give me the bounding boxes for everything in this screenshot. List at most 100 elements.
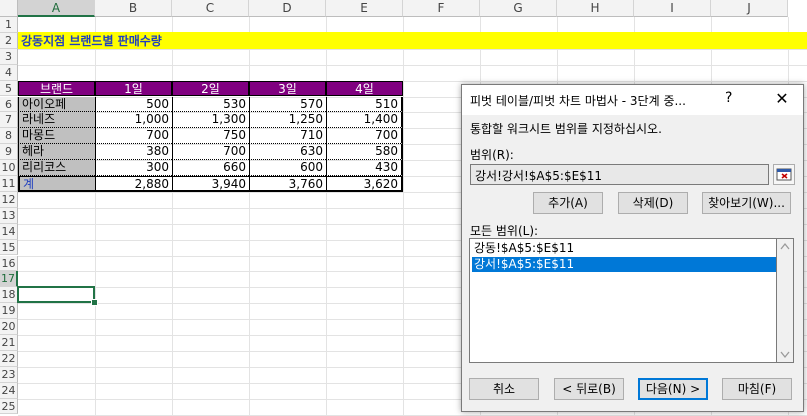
help-button[interactable]: ? xyxy=(725,90,732,106)
value-cell[interactable]: 510 xyxy=(326,96,403,113)
column-header[interactable]: G xyxy=(480,0,557,17)
column-header[interactable]: E xyxy=(326,0,403,17)
gridline xyxy=(18,64,807,66)
gridline xyxy=(326,17,327,415)
value-cell[interactable]: 300 xyxy=(95,160,172,176)
value-cell[interactable]: 710 xyxy=(249,128,326,145)
row-header[interactable]: 24 xyxy=(0,382,18,399)
value-cell[interactable]: 660 xyxy=(172,160,249,176)
row-header[interactable]: 8 xyxy=(0,128,18,145)
value-cell[interactable]: 430 xyxy=(326,160,403,176)
row-header[interactable]: 17 xyxy=(0,271,18,288)
row-header[interactable]: 11 xyxy=(0,176,18,192)
column-header[interactable]: H xyxy=(557,0,634,17)
next-button[interactable]: 다음(N) > xyxy=(638,378,708,400)
delete-button[interactable]: 삭제(D) xyxy=(618,192,688,214)
row-header[interactable]: 7 xyxy=(0,112,18,129)
value-cell[interactable]: 630 xyxy=(249,144,326,161)
row-header[interactable]: 4 xyxy=(0,64,18,81)
brand-name-cell[interactable]: 라네즈 xyxy=(18,112,95,129)
active-cell-selection[interactable] xyxy=(17,286,95,303)
row-header[interactable]: 25 xyxy=(0,398,18,415)
value-cell[interactable]: 570 xyxy=(249,96,326,113)
total-value-cell[interactable]: 3,940 xyxy=(172,176,249,192)
row-header[interactable]: 10 xyxy=(0,160,18,176)
row-header[interactable]: 3 xyxy=(0,48,18,65)
row-header[interactable]: 15 xyxy=(0,239,18,256)
row-header[interactable]: 14 xyxy=(0,223,18,240)
row-header[interactable]: 2 xyxy=(0,32,18,49)
browse-button[interactable]: 찾아보기(W)... xyxy=(702,192,791,214)
brand-name-cell[interactable]: 리리코스 xyxy=(18,160,95,176)
brand-name-cell[interactable]: 아이오페 xyxy=(18,96,95,113)
row-header[interactable]: 1 xyxy=(0,17,18,33)
column-header[interactable]: B xyxy=(95,0,172,17)
value-cell[interactable]: 1,000 xyxy=(95,112,172,129)
gridline xyxy=(95,17,96,415)
column-header[interactable]: J xyxy=(711,0,788,17)
finish-button[interactable]: 마침(F) xyxy=(722,378,792,400)
value-cell[interactable]: 700 xyxy=(172,144,249,161)
dialog-title: 피벗 테이블/피벗 차트 마법사 - 3단계 중... xyxy=(470,94,686,108)
row-header[interactable]: 22 xyxy=(0,350,18,367)
row-header[interactable]: 6 xyxy=(0,96,18,113)
total-value-cell[interactable]: 3,760 xyxy=(249,176,326,192)
instruction-text: 통합할 워크시트 범위를 지정하십시오. xyxy=(470,122,662,136)
back-button[interactable]: < 뒤로(B) xyxy=(554,378,624,400)
range-label: 범위(R): xyxy=(470,148,514,162)
row-header[interactable]: 20 xyxy=(0,319,18,335)
value-cell[interactable]: 500 xyxy=(95,96,172,113)
total-label-cell[interactable]: 계 xyxy=(18,176,95,192)
cancel-button[interactable]: 취소 xyxy=(469,378,539,400)
pivot-wizard-dialog: 피벗 테이블/피벗 차트 마법사 - 3단계 중... ? ✕ 통합할 워크시트… xyxy=(461,84,804,412)
all-ranges-label: 모든 범위(L): xyxy=(470,224,539,238)
table-header-cell[interactable]: 2일 xyxy=(172,80,249,97)
range-collapse-icon[interactable] xyxy=(773,164,795,185)
table-header-cell[interactable]: 3일 xyxy=(249,80,326,97)
row-header[interactable]: 13 xyxy=(0,207,18,224)
row-header[interactable]: 12 xyxy=(0,191,18,208)
brand-name-cell[interactable]: 헤라 xyxy=(18,144,95,161)
column-header[interactable]: D xyxy=(249,0,326,17)
range-list-item[interactable]: 강서!$A$5:$E$11 xyxy=(472,257,776,272)
value-cell[interactable]: 750 xyxy=(172,128,249,145)
list-scrollbar[interactable] xyxy=(777,238,794,363)
all-ranges-list[interactable]: 강동!$A$5:$E$11 강서!$A$5:$E$11 xyxy=(469,238,777,363)
dialog-titlebar[interactable]: 피벗 테이블/피벗 차트 마법사 - 3단계 중... ? ✕ xyxy=(462,85,803,115)
column-header[interactable]: C xyxy=(172,0,249,17)
value-cell[interactable]: 1,300 xyxy=(172,112,249,129)
row-header[interactable]: 16 xyxy=(0,255,18,272)
value-cell[interactable]: 1,250 xyxy=(249,112,326,129)
column-header[interactable]: A xyxy=(18,0,95,17)
brand-name-cell[interactable]: 마몽드 xyxy=(18,128,95,145)
row-header[interactable]: 19 xyxy=(0,303,18,320)
range-input[interactable]: 강서!강서!$A$5:$E$11 xyxy=(470,164,769,185)
add-button[interactable]: 추가(A) xyxy=(533,192,603,214)
row-header[interactable]: 18 xyxy=(0,287,18,304)
close-icon[interactable]: ✕ xyxy=(768,87,796,111)
value-cell[interactable]: 530 xyxy=(172,96,249,113)
value-cell[interactable]: 700 xyxy=(326,128,403,145)
gridline xyxy=(172,17,173,415)
value-cell[interactable]: 700 xyxy=(95,128,172,145)
table-header-cell[interactable]: 4일 xyxy=(326,80,403,97)
value-cell[interactable]: 380 xyxy=(95,144,172,161)
gridline xyxy=(403,17,404,415)
column-header[interactable]: I xyxy=(634,0,711,17)
column-header[interactable]: F xyxy=(403,0,480,17)
total-value-cell[interactable]: 2,880 xyxy=(95,176,172,192)
total-value-cell[interactable]: 3,620 xyxy=(326,176,403,192)
select-all-corner[interactable] xyxy=(0,0,18,17)
table-header-cell[interactable]: 브랜드 xyxy=(18,80,95,97)
fill-handle[interactable] xyxy=(91,299,98,306)
sheet-title[interactable]: 강동지점 브랜드별 판매수량 xyxy=(18,33,165,49)
value-cell[interactable]: 580 xyxy=(326,144,403,161)
value-cell[interactable]: 1,400 xyxy=(326,112,403,129)
row-header[interactable]: 21 xyxy=(0,335,18,351)
row-header[interactable]: 5 xyxy=(0,80,18,97)
table-header-cell[interactable]: 1일 xyxy=(95,80,172,97)
range-list-item[interactable]: 강동!$A$5:$E$11 xyxy=(472,241,776,256)
value-cell[interactable]: 600 xyxy=(249,160,326,176)
row-header[interactable]: 9 xyxy=(0,144,18,161)
row-header[interactable]: 23 xyxy=(0,366,18,383)
